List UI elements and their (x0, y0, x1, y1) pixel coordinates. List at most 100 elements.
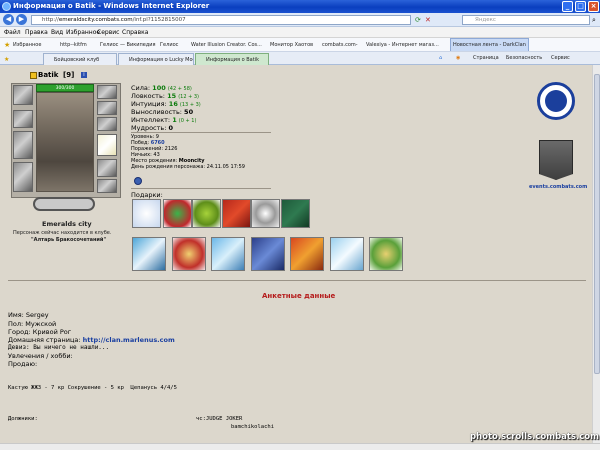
menu-view[interactable]: Вид (51, 27, 63, 38)
address-bar: ◀ ▶ http://emeraldscity.combats.com/inf.… (0, 13, 600, 27)
window-title: Информация о Batik - Windows Internet Ex… (13, 2, 210, 10)
clan-banner[interactable] (539, 140, 573, 180)
favorite-link[interactable]: Гелиос — Википедия (100, 38, 156, 51)
profile-hobbies: Увлечения / хобби: (8, 352, 73, 360)
profile-heading: Анкетные данные (262, 292, 336, 300)
favorite-link[interactable]: combats.com- (322, 38, 358, 51)
url-input[interactable]: http://emeraldscity.combats.com/inf.pl?1… (31, 15, 411, 25)
stat-value: 15 (167, 92, 177, 100)
weapon-slot[interactable] (13, 131, 33, 159)
stat-value: 1 (172, 116, 177, 124)
minimize-button[interactable]: _ (562, 1, 573, 12)
gift-item[interactable] (192, 199, 221, 228)
gift-item[interactable] (251, 237, 285, 271)
gift-item[interactable] (132, 237, 166, 271)
section-divider (8, 280, 586, 281)
refresh-icon[interactable]: ⟳ (415, 16, 421, 24)
gift-item[interactable] (211, 237, 245, 271)
gift-item[interactable] (369, 237, 403, 271)
badge-icon[interactable] (134, 177, 142, 185)
forward-button[interactable]: ▶ (16, 14, 27, 25)
status-bar (0, 443, 600, 450)
helmet-slot[interactable] (13, 85, 33, 105)
profile-motto: Девиз: Вы ничего не нашли... (8, 344, 110, 351)
title-bar: Информация о Batik - Windows Internet Ex… (0, 0, 600, 13)
menu-favorites[interactable]: Избранное (66, 27, 100, 38)
tab-label: Бойцовский клуб (54, 57, 100, 63)
gift-item[interactable] (222, 199, 251, 228)
gift-item[interactable] (172, 237, 206, 271)
profile-debtors-right2: bamchikolachi (231, 424, 275, 430)
character-name: Batik (38, 71, 59, 79)
search-input[interactable]: Яндекс (462, 15, 590, 25)
favorite-link[interactable]: http--kitfm (60, 38, 87, 51)
city-name: Emeralds city (42, 220, 92, 228)
homepage-link[interactable]: http://clan.marlenus.com (83, 336, 175, 344)
safety-menu[interactable]: Безопасность (506, 52, 542, 65)
profile-sell: Продаю: (8, 360, 38, 368)
favorite-link[interactable]: Water Illusion Creator. Cos... (191, 38, 262, 51)
gift-item[interactable] (330, 237, 364, 271)
ie-icon (2, 2, 11, 11)
favorite-link[interactable]: Valexiya - Интернет магаз... (366, 38, 439, 51)
close-button[interactable]: × (588, 1, 599, 12)
url-domain: emeraldscity.combats.com (58, 17, 133, 23)
tools-menu[interactable]: Сервис (551, 52, 570, 65)
stop-icon[interactable]: ✕ (425, 16, 431, 24)
maximize-button[interactable]: □ (575, 1, 586, 12)
divider (131, 132, 271, 133)
gift-item[interactable] (132, 199, 161, 228)
stat-label: Интеллект: (131, 116, 171, 124)
stat-label: Ловкость: (131, 92, 165, 100)
favorite-link[interactable]: Новостная лента - DarkClan (450, 38, 529, 51)
vertical-scrollbar[interactable] (592, 65, 600, 443)
earring-slot[interactable] (97, 85, 117, 99)
back-button[interactable]: ◀ (3, 14, 14, 25)
bracers-slot[interactable] (13, 110, 33, 128)
favorite-link[interactable]: Монитор Хаотов (270, 38, 313, 51)
stat-label: Мудрость: (131, 124, 167, 132)
favorites-star-icon[interactable]: ★ (4, 38, 10, 51)
info-icon[interactable]: i (81, 72, 87, 78)
tab-label: Информация о Batik (206, 57, 259, 63)
clan-link[interactable]: events.combats.com (529, 184, 587, 190)
gift-item[interactable] (163, 199, 192, 228)
url-prefix: http:// (42, 17, 59, 23)
ring-slot[interactable] (97, 117, 117, 131)
stat-label: Интуиция: (131, 100, 167, 108)
menu-help[interactable]: Справка (122, 27, 148, 38)
tab-lucky-moon[interactable]: Информация о Lucky Moon (118, 53, 194, 65)
gift-item[interactable] (281, 199, 310, 228)
gift-item[interactable] (290, 237, 324, 271)
favorites-label[interactable]: Избранное (13, 38, 41, 51)
home-icon[interactable]: ⌂ (439, 52, 442, 65)
tab-batik[interactable]: Информация о Batik (195, 53, 269, 65)
hp-bar: 300/300 (36, 84, 94, 92)
stat-value: 50 (184, 108, 194, 116)
profile-gender: Пол: Мужской (8, 320, 57, 328)
armor-slot[interactable] (13, 162, 33, 192)
gloves-slot[interactable] (97, 134, 117, 156)
favorite-link[interactable]: Гелиос (160, 38, 178, 51)
feeds-icon[interactable]: ◉ (456, 52, 460, 65)
necklace-slot[interactable] (97, 101, 117, 115)
shield-slot[interactable] (97, 159, 117, 177)
page-menu[interactable]: Страница (473, 52, 499, 65)
boots-slot[interactable] (97, 179, 117, 193)
belt-slot[interactable] (33, 197, 95, 211)
location-line2: "Алтарь Бракосочетаний" (31, 237, 107, 243)
tab-combats-club[interactable]: Бойцовский клуб (43, 53, 117, 65)
profile-line: Кастую ЖЖЗ - 7 кр Сокрушение - 5 кр Цепа… (8, 385, 177, 391)
character-level: [9] (63, 71, 75, 79)
menu-tools[interactable]: Сервис (97, 27, 119, 38)
detail-birthday: День рождения персонажа: 24.11.05 17:59 (131, 164, 245, 170)
url-path: /inf.pl?1152815007 (132, 17, 186, 23)
watermark: photo.scrolls.combats.com (470, 432, 599, 442)
search-icon[interactable]: ⌕ (592, 16, 596, 25)
menu-file[interactable]: Файл (4, 27, 21, 38)
stat-label: Сила: (131, 84, 151, 92)
scrollbar-thumb[interactable] (594, 74, 600, 374)
tab-bar: ★ Бойцовский клуб Информация о Lucky Moo… (0, 52, 600, 65)
gift-item[interactable] (251, 199, 280, 228)
menu-edit[interactable]: Правка (25, 27, 48, 38)
